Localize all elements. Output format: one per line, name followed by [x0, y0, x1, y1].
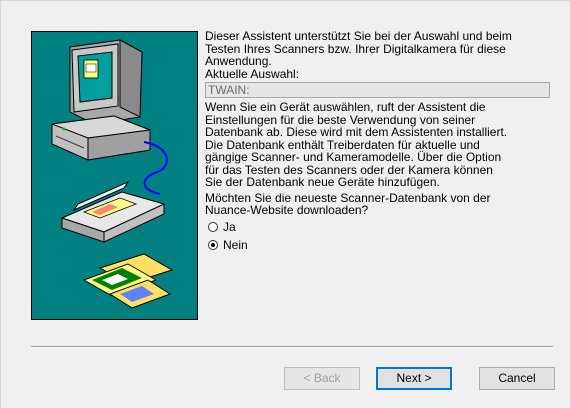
radio-nein-label[interactable]: Nein	[223, 238, 248, 252]
scanner-wizard-dialog: Dieser Assistent unterstützt Sie bei der…	[0, 0, 570, 408]
back-button[interactable]: < Back	[284, 367, 360, 390]
radio-nein-circle[interactable]	[208, 239, 218, 250]
radio-ja-label[interactable]: Ja	[223, 220, 236, 234]
database-info-text: Wenn Sie ein Gerät auswählen, ruft der A…	[205, 100, 508, 189]
photos-icon	[82, 253, 174, 309]
radio-ja-circle[interactable]	[208, 221, 218, 232]
current-selection-label: Aktuelle Auswahl:	[205, 66, 300, 81]
intro-text: Dieser Assistent unterstützt Sie bei der…	[205, 29, 512, 68]
button-divider	[31, 346, 553, 348]
radio-selected-dot	[211, 242, 215, 247]
download-question: Möchten Sie die neueste Scanner-Datenban…	[205, 190, 491, 217]
wizard-illustration	[31, 31, 198, 320]
next-button[interactable]: Next >	[376, 367, 452, 390]
wizard-content: Dieser Assistent unterstützt Sie bei der…	[205, 30, 555, 255]
current-selection-field: TWAIN:	[205, 82, 550, 98]
radio-nein[interactable]: Nein	[205, 237, 555, 255]
cancel-button[interactable]: Cancel	[479, 367, 555, 390]
computer-icon	[51, 39, 151, 161]
radio-ja[interactable]: Ja	[205, 219, 555, 237]
